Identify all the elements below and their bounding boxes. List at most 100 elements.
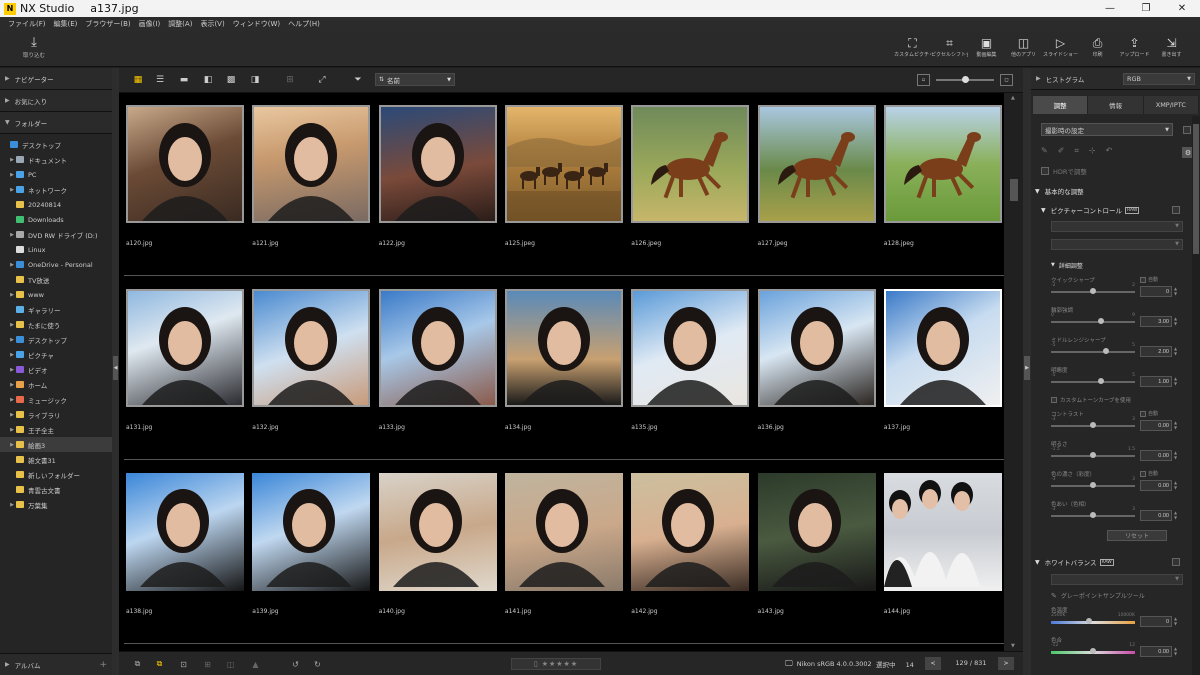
maximize-button[interactable]: ❐	[1128, 0, 1164, 17]
thumbnail-item[interactable]: a138.jpg	[126, 473, 244, 615]
thumbnail-item[interactable]: a143.jpg	[757, 473, 876, 615]
hdr-option[interactable]: HDRで調整	[1041, 166, 1087, 176]
slider-knob[interactable]	[1102, 348, 1109, 354]
menu-adjust[interactable]: 調整(A)	[168, 19, 192, 29]
pixel-shift-button[interactable]: ⌗ ピクセルシフト合成	[931, 35, 968, 58]
thumbnail-item[interactable]: a134.jpg	[504, 289, 623, 431]
expand-icon[interactable]: ▶	[8, 382, 16, 388]
parameter-slider[interactable]	[1051, 381, 1135, 383]
protect-icon[interactable]: ▯	[534, 660, 539, 668]
gray-point-tool[interactable]: ✎ グレーポイントサンプルツール	[1051, 591, 1145, 601]
thumbnail-image[interactable]	[631, 105, 750, 223]
parameter-slider[interactable]	[1051, 621, 1135, 624]
folder-tree-item[interactable]: 雑文書31	[0, 452, 112, 467]
picture-control-header[interactable]: ▼ ピクチャーコントロール RAW	[1041, 203, 1140, 217]
auto-option[interactable]: 自動	[1140, 276, 1158, 283]
undo-icon[interactable]: ↶	[1106, 146, 1113, 156]
focus-point-icon[interactable]: ◫	[224, 658, 237, 670]
before-after-view-icon[interactable]: ◨	[248, 73, 262, 87]
other-apps-button[interactable]: ◫ 他のアプリ	[1005, 35, 1042, 58]
white-balance-header[interactable]: ▼ ホワイトバランス RAW	[1035, 555, 1114, 569]
thumbnail-item[interactable]: a135.jpg	[631, 289, 750, 431]
menu-browser[interactable]: ブラウザー(B)	[85, 19, 130, 29]
sort-select[interactable]: ⇅ 名前 ▼	[375, 73, 455, 86]
thumbnail-item[interactable]: a142.jpg	[631, 473, 750, 615]
next-image-button[interactable]: >	[998, 657, 1014, 670]
folder-tree-item[interactable]: Linux	[0, 242, 112, 257]
parameter-value-input[interactable]	[1140, 286, 1172, 297]
slider-knob[interactable]	[1090, 422, 1096, 428]
thumbnail-image[interactable]	[631, 473, 750, 591]
slider-knob[interactable]	[1090, 288, 1096, 294]
straighten-icon[interactable]: ⊹	[1089, 146, 1096, 156]
folders-header[interactable]: ▼ フォルダー	[0, 112, 112, 134]
custom-curve-option[interactable]: カスタムトーンカーブを使用	[1051, 396, 1131, 404]
slider-knob[interactable]	[1090, 648, 1096, 654]
list-view-icon[interactable]: ☰	[153, 73, 167, 87]
folder-tree-item[interactable]: ▶ DVD RW ドライブ (D:)	[0, 227, 112, 242]
parameter-value-input[interactable]	[1140, 346, 1172, 357]
folder-tree-item[interactable]: 20240814	[0, 197, 112, 212]
parameter-spinner[interactable]: ▲ ▼	[1174, 450, 1181, 461]
export-button[interactable]: ⇲ 書き出す	[1153, 35, 1190, 58]
parameter-spinner[interactable]: ▲ ▼	[1174, 480, 1181, 491]
previous-image-button[interactable]: <	[925, 657, 941, 670]
folder-tree-item[interactable]: ▶ 絵画3	[0, 437, 112, 452]
basic-adjust-header[interactable]: ▼ 基本的な調整	[1035, 184, 1084, 198]
folder-tree-item[interactable]: ▶ PC	[0, 167, 112, 182]
thumbnail-image[interactable]	[252, 105, 371, 223]
expand-icon[interactable]: ▶	[8, 352, 16, 358]
parameter-value-input[interactable]	[1140, 376, 1172, 387]
folder-tree-item[interactable]: ▶ www	[0, 287, 112, 302]
print-button[interactable]: ⎙ 印刷	[1079, 35, 1116, 58]
thumbnail-item[interactable]: a144.jpg	[883, 473, 1002, 615]
menu-view[interactable]: 表示(V)	[200, 19, 224, 29]
parameter-spinner[interactable]: ▲ ▼	[1174, 420, 1181, 431]
larger-thumbnails-button[interactable]: ◻	[1000, 74, 1013, 86]
folder-tree-item[interactable]: 青雲古文書	[0, 482, 112, 497]
left-panel-splitter[interactable]: ◀	[112, 68, 119, 675]
thumbnail-item[interactable]: a127.jpeg	[757, 105, 876, 247]
scroll-down-icon[interactable]: ▼	[1011, 643, 1015, 649]
folder-tree-item[interactable]: ▶ ホーム	[0, 377, 112, 392]
thumbnail-item[interactable]: a141.jpg	[504, 473, 623, 615]
folder-tree-item[interactable]: ▶ ネットワーク	[0, 182, 112, 197]
parameter-spinner[interactable]: ▲ ▼	[1174, 616, 1181, 627]
thumbnail-item[interactable]: a132.jpg	[252, 289, 371, 431]
parameter-value-input[interactable]	[1140, 450, 1172, 461]
parameter-value-input[interactable]	[1140, 316, 1172, 327]
right-panel-splitter[interactable]: ▶	[1023, 68, 1031, 675]
navigator-header[interactable]: ▶ ナビゲーター	[0, 68, 112, 90]
expand-icon[interactable]: ▶	[8, 172, 16, 178]
auto-option[interactable]: 自動	[1140, 410, 1158, 417]
thumbnail-image[interactable]	[126, 105, 244, 223]
picture-control-select[interactable]: ▼	[1051, 221, 1183, 232]
tab-adjust[interactable]: 調整	[1033, 96, 1089, 114]
slideshow-button[interactable]: ▷ スライドショー	[1042, 35, 1079, 58]
crop-icon[interactable]: ⌗	[1074, 146, 1079, 156]
reset-button[interactable]: リセット	[1107, 530, 1167, 541]
hdr-checkbox[interactable]	[1041, 167, 1049, 175]
collapse-left-icon[interactable]: ◀	[113, 356, 118, 380]
slider-knob[interactable]	[1090, 512, 1096, 518]
grid-scrollbar[interactable]: ▲ ▼	[1004, 93, 1023, 651]
slider-knob[interactable]	[962, 76, 969, 83]
picture-control-sub-select[interactable]: ▼	[1051, 239, 1183, 250]
rotate-right-icon[interactable]: ↻	[311, 658, 324, 670]
parameter-value-input[interactable]	[1140, 616, 1172, 627]
upload-button[interactable]: ⇪ アップロード	[1116, 35, 1153, 58]
rotate-left-icon[interactable]: ↺	[289, 658, 302, 670]
compare-view-icon[interactable]: ◧	[201, 73, 215, 87]
fit-icon[interactable]: ⤢	[315, 73, 329, 87]
thumbnail-size-slider[interactable]	[936, 76, 994, 83]
expand-icon[interactable]: ▶	[8, 232, 16, 238]
favorites-header[interactable]: ▶ お気に入り	[0, 90, 112, 112]
slider-knob[interactable]	[1098, 378, 1105, 384]
minimize-button[interactable]: —	[1092, 0, 1128, 17]
detail-adjust-header[interactable]: ▼ 詳細調整	[1051, 258, 1083, 272]
slider-knob[interactable]	[1090, 482, 1096, 488]
scroll-up-icon[interactable]: ▲	[1011, 95, 1015, 101]
expand-icon[interactable]: ▶	[8, 157, 16, 163]
parameter-slider[interactable]	[1051, 321, 1135, 323]
thumbnail-item[interactable]: a128.jpeg	[883, 105, 1002, 247]
